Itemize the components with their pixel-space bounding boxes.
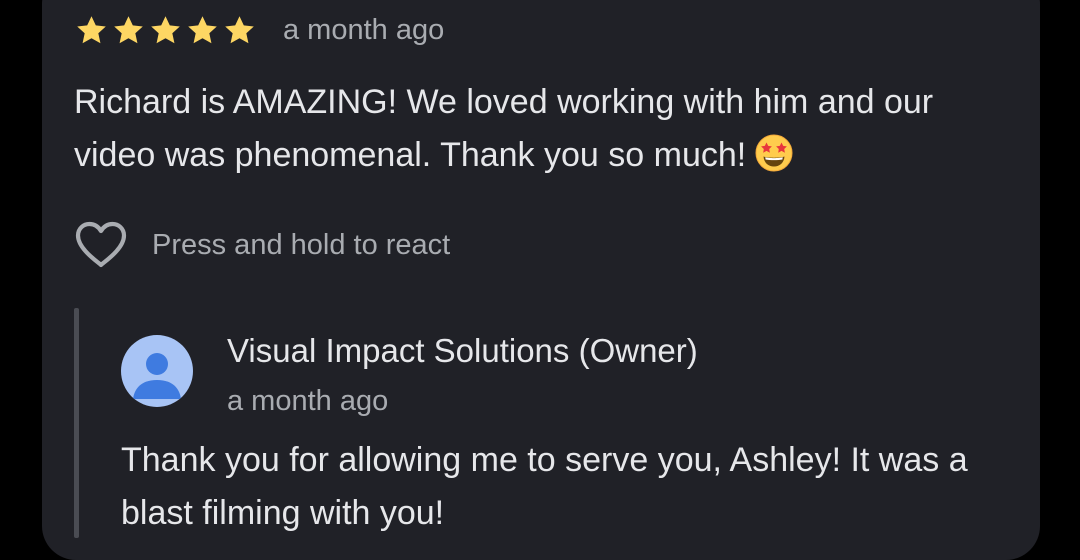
review-header: a month ago: [74, 10, 444, 50]
star-icon: [225, 15, 254, 43]
review-time: a month ago: [283, 14, 445, 46]
default-person-avatar-icon: [133, 353, 181, 399]
star-struck-emoji-icon: [755, 134, 793, 172]
reply-thread-line: [74, 308, 79, 538]
star-icon: [114, 15, 143, 43]
react-hint-label: Press and hold to react: [152, 229, 451, 261]
star-rating: [74, 13, 257, 48]
owner-name[interactable]: Visual Impact Solutions (Owner): [227, 330, 698, 372]
star-icon: [188, 15, 217, 43]
star-icon: [77, 15, 106, 43]
star-icon: [151, 15, 180, 43]
owner-reply-text: Thank you for allowing me to serve you, …: [121, 441, 968, 532]
heart-outline-icon[interactable]: [74, 220, 128, 270]
owner-avatar[interactable]: [121, 335, 193, 407]
review-body: Richard is AMAZING! We loved working wit…: [74, 76, 1014, 182]
react-control[interactable]: Press and hold to react: [74, 218, 450, 272]
reply-time: a month ago: [227, 385, 389, 417]
review-text: Richard is AMAZING! We loved working wit…: [74, 83, 934, 174]
